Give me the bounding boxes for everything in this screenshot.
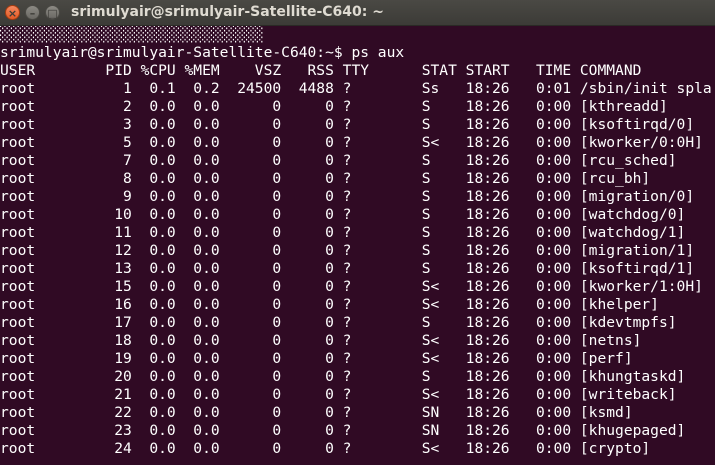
process-row: root 24 0.0 0.0 0 0 ? S< 18:26 0:00 [cry…: [0, 440, 651, 457]
process-row: root 8 0.0 0.0 0 0 ? S 18:26 0:00 [rcu_b…: [0, 170, 651, 187]
close-window-button[interactable]: ×: [5, 5, 20, 20]
process-row: root 19 0.0 0.0 0 0 ? S< 18:26 0:00 [per…: [0, 350, 633, 367]
shell-prompt-line: srimulyair@srimulyair-Satellite-C640:~$ …: [0, 44, 405, 61]
window-title: srimulyair@srimulyair-Satellite-C640: ~: [71, 4, 384, 20]
process-row: root 7 0.0 0.0 0 0 ? S 18:26 0:00 [rcu_s…: [0, 152, 677, 169]
process-row: root 1 0.1 0.2 24500 4488 ? Ss 18:26 0:0…: [0, 80, 712, 97]
process-row: root 12 0.0 0.0 0 0 ? S 18:26 0:00 [migr…: [0, 242, 695, 259]
process-row: root 13 0.0 0.0 0 0 ? S 18:26 0:00 [ksof…: [0, 260, 695, 277]
terminal-output[interactable]: ░░░░░░░░░░░░░░░░░░░░░░░░░░░░░░ srimulyair…: [0, 26, 715, 465]
maximize-window-button[interactable]: □: [45, 5, 60, 20]
process-row: root 9 0.0 0.0 0 0 ? S 18:26 0:00 [migra…: [0, 188, 695, 205]
process-row: root 17 0.0 0.0 0 0 ? S 18:26 0:00 [kdev…: [0, 314, 677, 331]
minimize-window-button[interactable]: –: [25, 5, 40, 20]
process-row: root 22 0.0 0.0 0 0 ? SN 18:26 0:00 [ksm…: [0, 404, 633, 421]
process-row: root 21 0.0 0.0 0 0 ? S< 18:26 0:00 [wri…: [0, 386, 677, 403]
process-row: root 16 0.0 0.0 0 0 ? S< 18:26 0:00 [khe…: [0, 296, 659, 313]
process-row: root 2 0.0 0.0 0 0 ? S 18:26 0:00 [kthre…: [0, 98, 668, 115]
process-row: root 23 0.0 0.0 0 0 ? SN 18:26 0:00 [khu…: [0, 422, 686, 439]
ps-header-line: USER PID %CPU %MEM VSZ RSS TTY STAT STAR…: [0, 62, 642, 79]
terminal-escape-garbage: ░░░░░░░░░░░░░░░░░░░░░░░░░░░░░░: [0, 26, 264, 43]
process-row: root 18 0.0 0.0 0 0 ? S< 18:26 0:00 [net…: [0, 332, 642, 349]
process-row: root 15 0.0 0.0 0 0 ? S< 18:26 0:00 [kwo…: [0, 278, 703, 295]
process-row: root 3 0.0 0.0 0 0 ? S 18:26 0:00 [ksoft…: [0, 116, 695, 133]
process-row: root 5 0.0 0.0 0 0 ? S< 18:26 0:00 [kwor…: [0, 134, 703, 151]
process-row: root 20 0.0 0.0 0 0 ? S 18:26 0:00 [khun…: [0, 368, 686, 385]
window-titlebar[interactable]: × – □ srimulyair@srimulyair-Satellite-C6…: [0, 0, 715, 26]
process-row: root 10 0.0 0.0 0 0 ? S 18:26 0:00 [watc…: [0, 206, 686, 223]
process-row: root 11 0.0 0.0 0 0 ? S 18:26 0:00 [watc…: [0, 224, 686, 241]
